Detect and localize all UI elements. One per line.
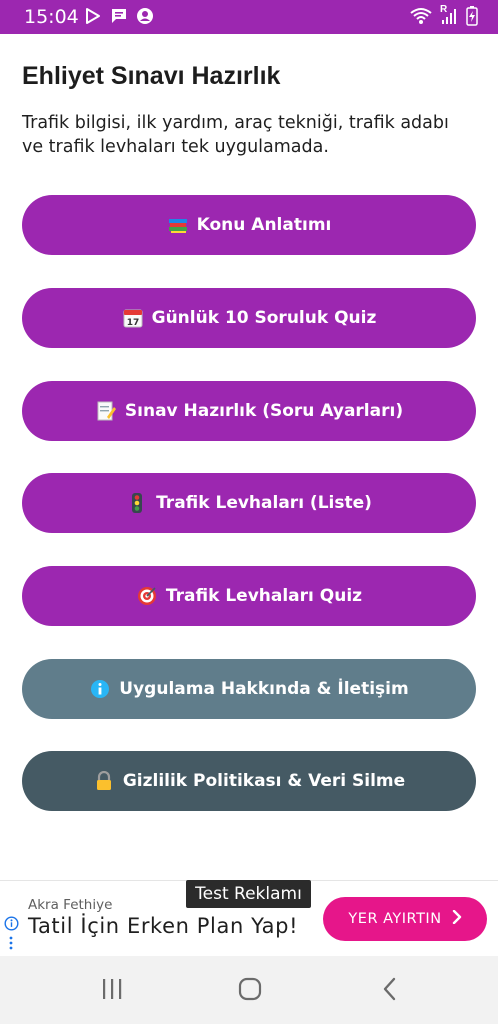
recent-apps-icon [100,978,124,1005]
target-icon [136,585,158,607]
signal-icon: R [440,4,458,30]
wifi-icon [410,7,432,30]
battery-charging-icon [466,6,478,31]
back-button[interactable] [370,976,410,1006]
roaming-label: R [440,4,448,15]
lock-icon [93,770,115,792]
traffic-light-icon [126,492,148,514]
chevron-right-icon [452,909,462,928]
status-system-icons: R [410,4,478,31]
ad-cta-label: YER AYIRTIN [348,911,442,927]
svg-text:17: 17 [126,318,139,328]
ad-headline[interactable]: Tatil İçin Erken Plan Yap! [28,914,298,938]
about-contact-button[interactable]: Uygulama Hakkında & İletişim [22,659,476,719]
memo-icon [95,400,117,422]
status-time: 15:04 [24,6,79,28]
account-icon [136,7,154,30]
traffic-signs-list-button[interactable]: Trafik Levhaları (Liste) [22,473,476,533]
info-icon [89,678,111,700]
calendar-icon: 17 [122,307,144,329]
page-subtitle: Trafik bilgisi, ilk yardım, araç tekniği… [22,113,449,157]
traffic-signs-quiz-button[interactable]: Trafik Levhaları Quiz [22,566,476,626]
traffic-signs-quiz-label: Trafik Levhaları Quiz [165,586,363,606]
ad-cta-button[interactable]: YER AYIRTIN [323,897,487,941]
status-bar: 15:04 R [0,0,498,34]
home-icon [238,977,262,1006]
ad-test-label: Test Reklamı [186,880,311,908]
home-button[interactable] [230,976,270,1006]
about-contact-label: Uygulama Hakkında & İletişim [119,679,409,699]
ad-options-icon[interactable] [8,936,14,955]
ad-advertiser[interactable]: Akra Fethiye [28,897,112,913]
navigation-bar [0,956,498,1024]
topic-lessons-label: Konu Anlatımı [196,215,332,235]
daily-quiz-button[interactable]: 17 Günlük 10 Soruluk Quiz [22,288,476,348]
recent-apps-button[interactable] [92,976,132,1006]
traffic-signs-list-label: Trafik Levhaları (Liste) [156,493,372,513]
privacy-data-deletion-label: Gizlilik Politikası & Veri Silme [122,771,406,791]
ad-choices-icon[interactable] [4,916,19,936]
back-icon [382,977,398,1006]
play-store-icon [84,7,102,30]
privacy-data-deletion-button[interactable]: Gizlilik Politikası & Veri Silme [22,751,476,811]
exam-prep-button[interactable]: Sınav Hazırlık (Soru Ayarları) [22,381,476,441]
books-icon [167,214,189,236]
daily-quiz-label: Günlük 10 Soruluk Quiz [151,308,377,328]
page-title: Ehliyet Sınavı Hazırlık [22,62,281,90]
message-icon [110,7,128,30]
topic-lessons-button[interactable]: Konu Anlatımı [22,195,476,255]
exam-prep-label: Sınav Hazırlık (Soru Ayarları) [124,401,404,421]
status-notification-icons [84,7,154,30]
